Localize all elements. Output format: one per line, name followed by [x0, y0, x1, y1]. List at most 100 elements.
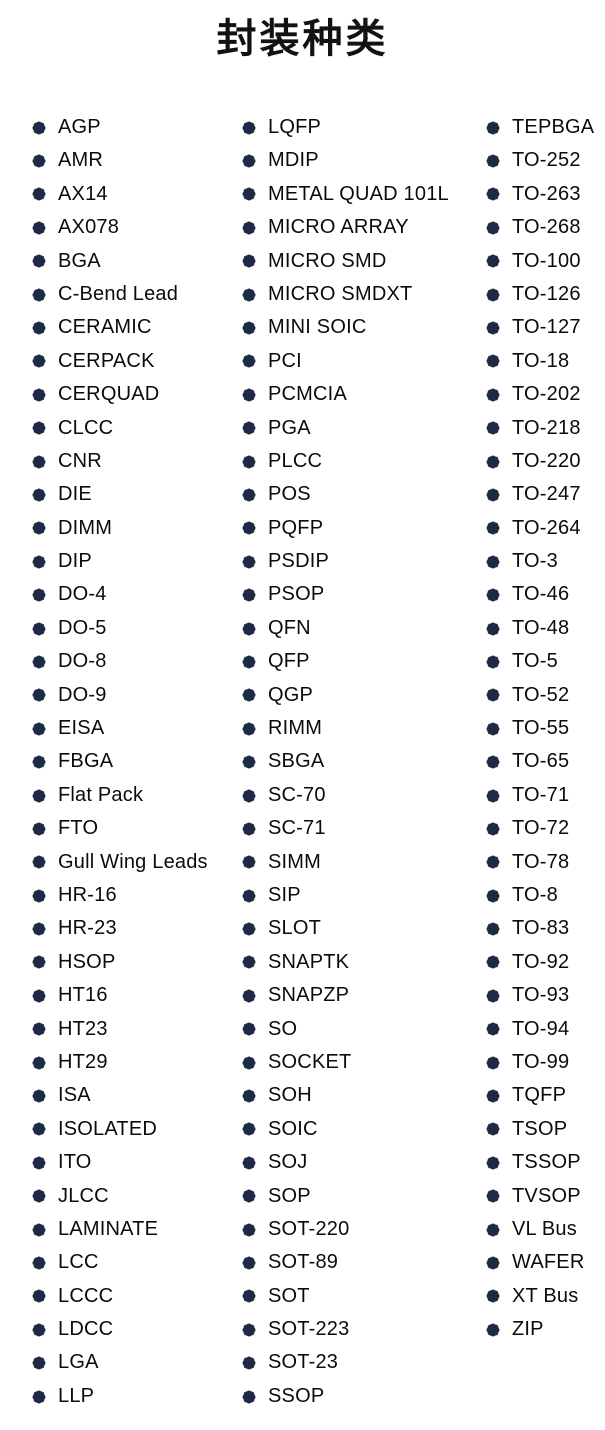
list-item: QFN [240, 612, 485, 645]
flower-bullet-icon [486, 688, 500, 702]
flower-bullet-icon [486, 521, 500, 535]
list-item: VL Bus [484, 1213, 605, 1246]
list-item: HSOP [30, 946, 235, 979]
list-item: TO-202 [484, 378, 605, 411]
list-item: TSOP [484, 1113, 605, 1146]
list-item: ISA [30, 1079, 235, 1112]
package-type-list-1: AGP AMR AX14 AX078 BGA C-Bend Lead CERAMIC CERP… [30, 111, 235, 1413]
flower-bullet-icon [242, 521, 256, 535]
list-item: DO-8 [30, 645, 235, 678]
flower-bullet-icon [242, 488, 256, 502]
list-item-label: TO-220 [512, 449, 581, 472]
flower-bullet-icon [242, 421, 256, 435]
list-item: LDCC [30, 1313, 235, 1346]
list-item-label: SC-70 [268, 783, 326, 806]
list-item: TO-8 [484, 879, 605, 912]
list-item: SOJ [240, 1146, 485, 1179]
list-item: XT Bus [484, 1280, 605, 1313]
list-item-label: ISOLATED [58, 1117, 158, 1140]
list-item: PGA [240, 412, 485, 445]
flower-bullet-icon [242, 822, 256, 836]
flower-bullet-icon [242, 254, 256, 268]
list-item-label: TO-252 [512, 149, 581, 172]
list-item-label: PSDIP [268, 550, 330, 573]
list-item: CERPACK [30, 345, 235, 378]
list-item-label: TO-78 [512, 850, 570, 873]
list-item-label: TO-55 [512, 717, 570, 740]
list-item-label: TO-83 [512, 917, 570, 940]
list-item-label: TQFP [512, 1084, 567, 1107]
list-item-label: EISA [58, 717, 105, 740]
list-item: Gull Wing Leads [30, 846, 235, 879]
flower-bullet-icon [242, 1323, 256, 1337]
list-item: SOH [240, 1079, 485, 1112]
flower-bullet-icon [486, 187, 500, 201]
flower-bullet-icon [486, 755, 500, 769]
flower-bullet-icon [242, 321, 256, 335]
list-item: TEPBGA [484, 111, 605, 144]
flower-bullet-icon [32, 655, 46, 669]
list-item-label: SSOP [268, 1384, 325, 1407]
list-item: TO-263 [484, 178, 605, 211]
list-item-label: MICRO SMD [268, 249, 387, 272]
flower-bullet-icon [486, 588, 500, 602]
flower-bullet-icon [486, 922, 500, 936]
list-item-label: FBGA [58, 750, 114, 773]
list-item: TO-46 [484, 578, 605, 611]
list-item-label: CERQUAD [58, 383, 160, 406]
list-item-label: PCMCIA [268, 383, 347, 406]
flower-bullet-icon [32, 1122, 46, 1136]
list-item: TO-83 [484, 912, 605, 945]
list-item: DIP [30, 545, 235, 578]
list-item-label: SOJ [268, 1151, 308, 1174]
list-item: LAMINATE [30, 1213, 235, 1246]
list-item: RIMM [240, 712, 485, 745]
list-item: C-Bend Lead [30, 278, 235, 311]
flower-bullet-icon [486, 789, 500, 803]
flower-bullet-icon [242, 755, 256, 769]
list-item: SOT [240, 1280, 485, 1313]
list-item-label: SNAPZP [268, 984, 350, 1007]
flower-bullet-icon [242, 455, 256, 469]
flower-bullet-icon [486, 1189, 500, 1203]
flower-bullet-icon [32, 922, 46, 936]
package-type-column-1: AGP AMR AX14 AX078 BGA C-Bend Lead CERAMIC CERP… [30, 111, 235, 1413]
flower-bullet-icon [32, 1189, 46, 1203]
flower-bullet-icon [32, 955, 46, 969]
list-item: LLP [30, 1380, 235, 1413]
list-item: SO [240, 1013, 485, 1046]
flower-bullet-icon [486, 955, 500, 969]
list-item-label: SBGA [268, 750, 325, 773]
flower-bullet-icon [32, 989, 46, 1003]
list-item: SC-70 [240, 779, 485, 812]
list-item-label: HT16 [58, 984, 108, 1007]
list-item: LGA [30, 1346, 235, 1379]
flower-bullet-icon [242, 388, 256, 402]
flower-bullet-icon [242, 655, 256, 669]
flower-bullet-icon [242, 1089, 256, 1103]
list-item-label: SOT-23 [268, 1351, 339, 1374]
list-item: HT23 [30, 1013, 235, 1046]
list-item-label: DIP [58, 550, 92, 573]
flower-bullet-icon [242, 1223, 256, 1237]
list-item: TO-126 [484, 278, 605, 311]
list-item: FTO [30, 812, 235, 845]
list-item-label: SOT [268, 1284, 310, 1307]
list-item-label: PCI [268, 349, 302, 372]
list-item-label: HT29 [58, 1050, 108, 1073]
list-item-label: TO-126 [512, 282, 581, 305]
flower-bullet-icon [32, 1156, 46, 1170]
list-item: SOT-220 [240, 1213, 485, 1246]
package-type-column-3: TEPBGA TO-252 TO-263 TO-268 TO-100 TO-126 TO-1… [484, 111, 605, 1346]
list-item-label: MICRO ARRAY [268, 216, 409, 239]
list-item-label: TO-8 [512, 883, 558, 906]
flower-bullet-icon [486, 622, 500, 636]
flower-bullet-icon [486, 221, 500, 235]
list-item: DIE [30, 478, 235, 511]
list-item: TO-92 [484, 946, 605, 979]
list-item-label: LDCC [58, 1318, 114, 1341]
flower-bullet-icon [32, 321, 46, 335]
flower-bullet-icon [32, 254, 46, 268]
flower-bullet-icon [32, 521, 46, 535]
list-item-label: SOH [268, 1084, 312, 1107]
